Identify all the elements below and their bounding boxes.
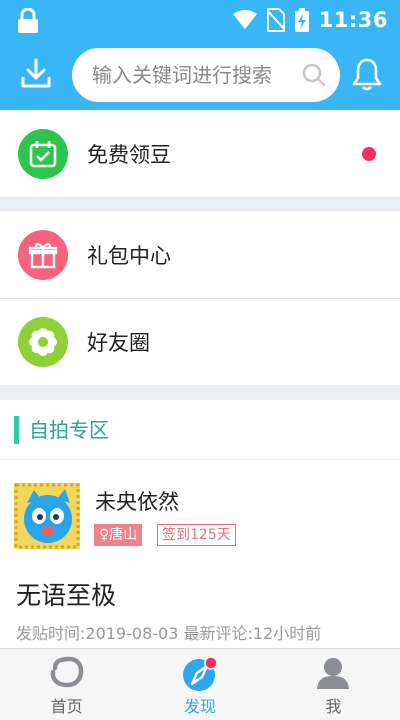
avatar[interactable] <box>14 483 80 549</box>
lock-icon <box>18 8 38 33</box>
menu-group-2: 礼包中心 好友圈 <box>0 211 400 385</box>
calendar-check-icon <box>18 128 68 179</box>
post-meta: 发贴时间:2019-08-03 最新评论:12小时前 <box>16 624 322 643</box>
battery-charging-icon <box>294 8 309 32</box>
tab-me[interactable]: 我 <box>267 649 400 720</box>
menu-item-gift-center[interactable]: 礼包中心 <box>0 211 400 298</box>
menu-item-label: 好友圈 <box>87 330 150 355</box>
search-icon[interactable] <box>302 63 326 87</box>
tab-home[interactable]: 首页 <box>0 649 133 720</box>
location-badge: ♀唐山 <box>94 524 143 546</box>
flower-icon <box>18 316 68 367</box>
search-input[interactable] <box>92 48 302 102</box>
post-username[interactable]: 未央依然 <box>95 486 179 516</box>
notification-dot <box>362 147 376 161</box>
menu-group-1: 免费领豆 <box>0 110 400 197</box>
tab-discover[interactable]: 发现 <box>133 649 266 720</box>
menu-item-label: 免费领豆 <box>87 142 171 167</box>
status-bar: 11:36 <box>0 0 400 40</box>
menu-item-free-beans[interactable]: 免费领豆 <box>0 110 400 197</box>
bell-icon[interactable] <box>352 57 382 91</box>
no-sim-icon <box>266 8 285 32</box>
download-icon[interactable] <box>20 57 52 89</box>
section-title: 自拍专区 <box>14 416 109 444</box>
wifi-icon <box>232 10 257 29</box>
menu-item-friends-circle[interactable]: 好友圈 <box>0 298 400 385</box>
menu-item-label: 礼包中心 <box>87 243 171 268</box>
search-box[interactable] <box>72 48 340 102</box>
user-icon <box>317 658 350 689</box>
divider <box>0 459 400 460</box>
gift-icon <box>18 229 68 280</box>
home-ring-icon <box>50 656 83 688</box>
clock: 11:36 <box>318 8 388 32</box>
signin-badge: 签到125天 <box>157 524 236 546</box>
selfie-section: 自拍专区 未央依然 ♀唐山 签到125天 无语至极 发贴时间:2019-08-0… <box>0 400 400 648</box>
compass-icon <box>182 656 218 691</box>
top-bar <box>0 40 400 110</box>
tab-label: 我 <box>325 697 342 716</box>
bottom-tab-bar: 首页 发现 我 <box>0 648 400 720</box>
tab-label: 首页 <box>50 697 83 716</box>
post-title[interactable]: 无语至极 <box>16 576 116 612</box>
tab-label: 发现 <box>183 697 216 716</box>
